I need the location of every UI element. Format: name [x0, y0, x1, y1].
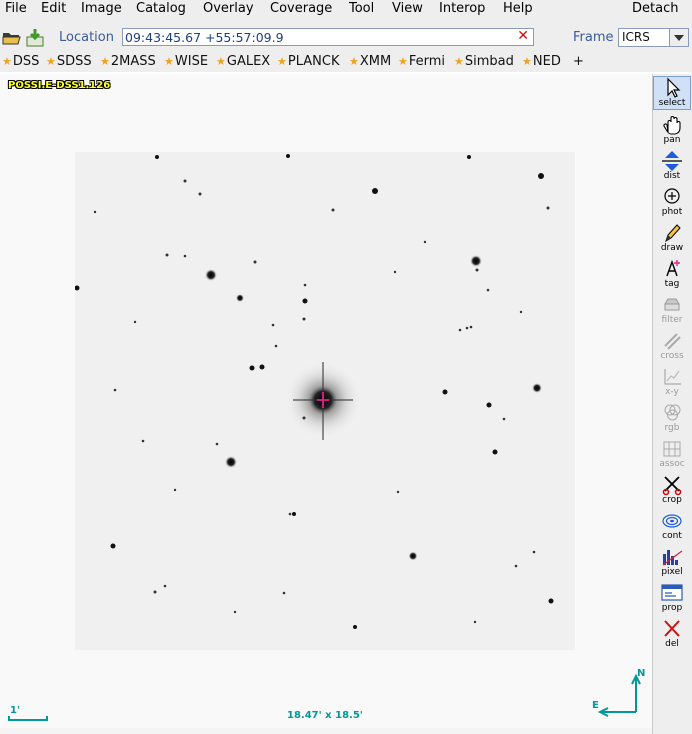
scale-bar — [8, 716, 48, 721]
tool-crop[interactable]: crop — [653, 474, 691, 508]
tool-draw[interactable]: draw — [653, 222, 691, 256]
menu-edit[interactable]: Edit — [41, 1, 66, 16]
frame-select[interactable]: ICRS — [618, 28, 689, 47]
tool-prop[interactable]: prop — [653, 582, 691, 616]
folder-open-icon[interactable] — [2, 28, 22, 48]
survey-planck[interactable]: ★PLANCK — [277, 54, 339, 69]
frame-label: Frame — [573, 30, 614, 45]
star-icon: ★ — [216, 55, 226, 68]
close-icon[interactable]: ✕ — [517, 28, 529, 44]
delete-icon — [664, 620, 680, 637]
tool-phot[interactable]: phot — [653, 186, 691, 220]
menu-help[interactable]: Help — [503, 1, 533, 16]
xy-plot-icon — [664, 369, 681, 385]
assoc-icon — [663, 441, 681, 457]
location-input[interactable]: 09:43:45.67 +55:57:09.9 ✕ — [122, 28, 534, 46]
tool-select[interactable]: select — [653, 76, 691, 110]
tool-pan[interactable]: pan — [653, 114, 691, 148]
location-value[interactable]: 09:43:45.67 +55:57:09.9 — [125, 30, 284, 45]
survey-dss[interactable]: ★DSS — [2, 54, 39, 69]
menu-coverage[interactable]: Coverage — [270, 1, 332, 16]
filter-icon — [664, 298, 680, 311]
star-icon: ★ — [522, 55, 532, 68]
star-icon: ★ — [349, 55, 359, 68]
location-label: Location — [59, 30, 114, 45]
tool-xy: x-y — [653, 366, 691, 400]
survey-bar: ★DSS ★SDSS ★2MASS ★WISE ★GALEX ★PLANCK ★… — [0, 52, 692, 72]
tool-del[interactable]: del — [653, 618, 691, 652]
properties-icon — [661, 584, 683, 601]
survey-wise[interactable]: ★WISE — [164, 54, 208, 69]
contour-icon — [662, 514, 682, 528]
menu-image[interactable]: Image — [81, 1, 122, 16]
scale-label: 1' — [10, 705, 21, 716]
sky-image[interactable] — [75, 152, 575, 650]
detach-button[interactable]: Detach — [632, 1, 678, 16]
rgb-icon — [664, 404, 681, 421]
tag-icon — [666, 259, 680, 277]
tool-assoc: assoc — [653, 438, 691, 472]
cross-icon — [664, 333, 681, 350]
tool-rgb: rgb — [653, 402, 691, 436]
tool-cross: cross — [653, 330, 691, 364]
status-strip — [0, 728, 652, 734]
menu-file[interactable]: File — [5, 1, 27, 16]
target-icon — [664, 188, 680, 204]
histogram-icon — [662, 550, 683, 566]
menu-bar: File Edit Image Catalog Overlay Coverage… — [0, 0, 692, 18]
star-icon: ★ — [2, 55, 12, 68]
image-view[interactable]: POSSI.E-DSS1.126 1' 18.47' x 18.5' N E — [0, 74, 652, 734]
menu-tool[interactable]: Tool — [349, 1, 374, 16]
scissors-icon — [662, 476, 682, 496]
pencil-icon — [665, 224, 681, 243]
survey-galex[interactable]: ★GALEX — [216, 54, 270, 69]
survey-sdss[interactable]: ★SDSS — [46, 54, 92, 69]
survey-fermi[interactable]: ★Fermi — [398, 54, 445, 69]
survey-ned[interactable]: ★NED — [522, 54, 561, 69]
tool-pixel[interactable]: pixel — [653, 546, 691, 580]
star-icon: ★ — [277, 55, 287, 68]
menu-catalog[interactable]: Catalog — [136, 1, 186, 16]
survey-simbad[interactable]: ★Simbad — [454, 54, 514, 69]
add-survey-button[interactable]: + — [573, 54, 584, 69]
tool-panel: select pan dist phot draw tag filter cro… — [652, 74, 692, 734]
tool-cont[interactable]: cont — [653, 510, 691, 544]
star-icon: ★ — [454, 55, 464, 68]
arrow-pointer-icon — [667, 77, 681, 98]
chevron-down-icon[interactable] — [669, 29, 688, 46]
star-icon: ★ — [398, 55, 408, 68]
menu-view[interactable]: View — [392, 1, 423, 16]
download-icon[interactable] — [25, 28, 45, 48]
frame-value: ICRS — [622, 30, 650, 44]
field-of-view-label: 18.47' x 18.5' — [287, 710, 363, 721]
bright-star — [283, 360, 363, 440]
star-icon: ★ — [46, 55, 56, 68]
star-icon: ★ — [100, 55, 110, 68]
north-label: N — [637, 668, 646, 679]
image-label: POSSI.E-DSS1.126 — [8, 80, 111, 91]
star-icon: ★ — [164, 55, 174, 68]
distance-icon — [662, 151, 682, 171]
survey-xmm[interactable]: ★XMM — [349, 54, 391, 69]
tool-dist[interactable]: dist — [653, 150, 691, 184]
tool-tag[interactable]: tag — [653, 258, 691, 292]
menu-interop[interactable]: Interop — [439, 1, 485, 16]
tool-filter: filter — [653, 294, 691, 328]
star-field — [75, 154, 554, 629]
east-label: E — [592, 700, 599, 711]
menu-overlay[interactable]: Overlay — [203, 1, 254, 16]
location-toolbar: Location 09:43:45.67 +55:57:09.9 ✕ Frame… — [0, 18, 692, 52]
survey-2mass[interactable]: ★2MASS — [100, 54, 156, 69]
hand-icon — [663, 116, 681, 135]
